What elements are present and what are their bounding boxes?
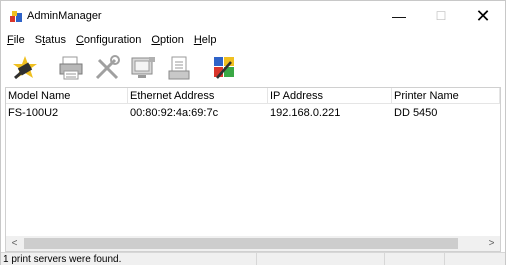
- menu-help-label: elp: [201, 34, 217, 46]
- toolbar: [1, 49, 505, 87]
- web-config-button[interactable]: [209, 52, 241, 84]
- horizontal-scrollbar[interactable]: < >: [6, 236, 500, 251]
- monitor-button[interactable]: [127, 52, 159, 84]
- column-model-name[interactable]: Model Name: [6, 88, 128, 103]
- menu-status-label-pre: S: [34, 34, 43, 46]
- menu-option-label: ption: [159, 34, 184, 46]
- column-ip-address[interactable]: IP Address: [268, 88, 392, 103]
- cell-printer-name: DD 5450: [394, 107, 438, 119]
- tools-icon: [95, 55, 120, 80]
- status-pane-4: [445, 253, 503, 265]
- tools-button[interactable]: [91, 52, 123, 84]
- app-window: AdminManager — ☐ ✕ File Status Configura…: [0, 0, 506, 265]
- status-pane-2: [257, 253, 385, 265]
- search-printer-button[interactable]: [9, 52, 41, 84]
- column-ethernet-address[interactable]: Ethernet Address: [128, 88, 268, 103]
- close-button[interactable]: ✕: [462, 1, 504, 31]
- menu-configuration[interactable]: Configuration: [71, 32, 146, 48]
- menu-status-label: atus: [45, 34, 66, 46]
- menu-file-label: ile: [13, 34, 25, 46]
- menu-file[interactable]: File: [1, 32, 30, 48]
- list-header: Model Name Ethernet Address IP Address P…: [6, 88, 500, 104]
- menu-help[interactable]: Help: [189, 32, 222, 48]
- maximize-button[interactable]: ☐: [420, 1, 462, 31]
- window-title: AdminManager: [27, 10, 102, 22]
- menu-status[interactable]: Status: [30, 32, 71, 48]
- scroll-left-arrow[interactable]: <: [6, 236, 23, 251]
- document-icon: [168, 56, 190, 80]
- scroll-right-arrow[interactable]: >: [483, 236, 500, 251]
- print-server-list[interactable]: Model Name Ethernet Address IP Address P…: [5, 87, 501, 252]
- status-pane-3: [385, 253, 445, 265]
- menu-configuration-accelerator: C: [75, 34, 84, 46]
- column-printer-name[interactable]: Printer Name: [392, 88, 500, 103]
- menu-bar: File Status Configuration Option Help: [1, 32, 221, 48]
- app-icon: [10, 11, 22, 22]
- document-button[interactable]: [163, 52, 195, 84]
- status-bar: 1 print servers were found.: [1, 252, 505, 265]
- status-message: 1 print servers were found.: [1, 253, 257, 265]
- cell-ip-address: 192.168.0.221: [270, 107, 341, 119]
- cell-ethernet-address: 00:80:92:4a:69:7c: [130, 107, 219, 119]
- monitor-icon: [131, 57, 155, 78]
- title-bar[interactable]: AdminManager — ☐ ✕: [1, 1, 505, 31]
- cell-model-name: FS-100U2: [8, 107, 59, 119]
- printer-status-button[interactable]: [55, 52, 87, 84]
- web-config-icon: [214, 57, 234, 79]
- menu-file-accelerator: F: [7, 34, 14, 46]
- menu-option-accelerator: O: [151, 34, 160, 46]
- menu-configuration-label: onfiguration: [83, 34, 142, 46]
- scroll-thumb[interactable]: [24, 238, 458, 249]
- table-row[interactable]: FS-100U2 00:80:92:4a:69:7c 192.168.0.221…: [6, 105, 500, 121]
- minimize-button[interactable]: —: [378, 1, 420, 31]
- printer-status-icon: [59, 56, 83, 80]
- menu-help-accelerator: H: [193, 34, 202, 46]
- search-printer-icon: [13, 56, 37, 80]
- menu-option[interactable]: Option: [146, 32, 188, 48]
